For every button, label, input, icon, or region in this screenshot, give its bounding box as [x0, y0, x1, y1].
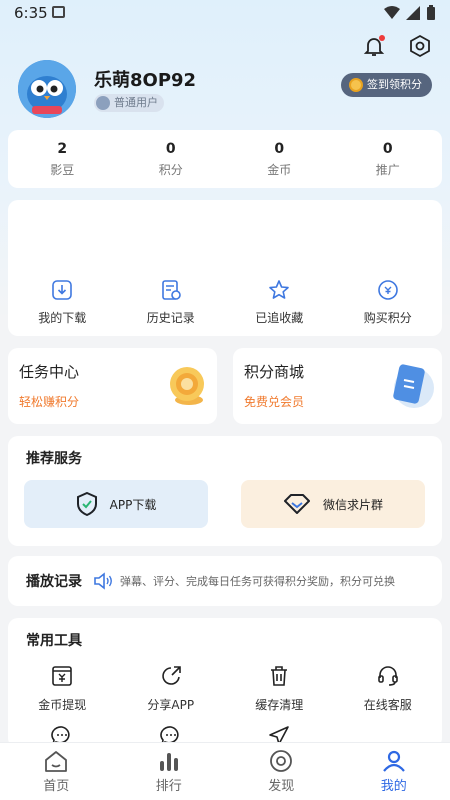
discover-icon [270, 750, 293, 772]
stat-label: 金币 [267, 163, 292, 177]
clear-cache-button[interactable]: 缓存清理 [225, 664, 334, 724]
quick-actions-card: 我的下载 历史记录 已追收藏 购买积分 [8, 200, 442, 336]
notification-dot [379, 35, 385, 41]
avatar[interactable] [18, 60, 76, 118]
username: 乐萌8OP92 [94, 70, 197, 91]
nav-discover[interactable]: 发现 [225, 743, 338, 800]
share-icon [162, 666, 181, 685]
stat-value: 2 [57, 141, 68, 157]
nav-label: 首页 [43, 779, 70, 794]
buy-points-button[interactable]: 购买积分 [334, 279, 443, 326]
tool-label: 金币提现 [38, 698, 87, 712]
section-title: 常用工具 [26, 633, 82, 649]
shield-check-icon [76, 492, 97, 516]
headset-icon [377, 666, 398, 686]
promo-subtitle: 免费兑会员 [244, 395, 305, 409]
user-level-label: 普通用户 [114, 96, 158, 109]
coin-icon [349, 78, 363, 92]
diamond-icon [283, 494, 310, 514]
notice-marquee: 弹幕、评分、完成每日任务可获得积分奖励，积分可兑换 [120, 575, 395, 588]
nav-profile[interactable]: 我的 [338, 743, 450, 800]
promo-title: 积分商城 [244, 363, 305, 381]
tool-label: 分享APP [147, 698, 195, 712]
status-bar: 6:35 [0, 0, 450, 26]
owl-avatar-icon [18, 60, 76, 118]
action-label: 已追收藏 [255, 311, 304, 325]
user-level-badge: 普通用户 [94, 94, 164, 112]
withdraw-icon [52, 666, 73, 686]
checkin-label: 签到领积分 [367, 78, 422, 91]
promo-title: 任务中心 [19, 363, 80, 381]
status-icons [384, 5, 436, 21]
profile-header: 乐萌8OP92 普通用户 签到领积分 [18, 60, 432, 120]
task-center-card[interactable]: 任务中心 轻松赚积分 [8, 348, 217, 424]
ranking-icon [159, 753, 178, 771]
wifi-icon [384, 6, 400, 19]
stat-coins[interactable]: 0 金币 [225, 130, 334, 188]
points-mall-card[interactable]: 积分商城 免费兑会员 [233, 348, 442, 424]
stat-label: 推广 [375, 163, 400, 177]
stat-yingdou[interactable]: 2 影豆 [8, 130, 117, 188]
gallery-notification-icon [52, 6, 65, 18]
speaker-icon [94, 572, 112, 590]
trash-icon [271, 666, 288, 686]
my-downloads-button[interactable]: 我的下载 [8, 279, 117, 326]
favorites-button[interactable]: 已追收藏 [225, 279, 334, 326]
settings-hexagon-icon [410, 34, 430, 58]
play-history-card[interactable]: 播放记录 弹幕、评分、完成每日任务可获得积分奖励，积分可兑换 [8, 556, 442, 606]
nav-label: 排行 [155, 779, 182, 794]
nav-home[interactable]: 首页 [0, 743, 113, 800]
stat-promotion[interactable]: 0 推广 [334, 130, 443, 188]
nav-label: 发现 [268, 779, 295, 794]
stat-value: 0 [274, 141, 285, 157]
action-label: 购买积分 [363, 311, 412, 325]
home-icon [45, 751, 68, 772]
action-label: 我的下载 [38, 311, 87, 325]
nav-label: 我的 [380, 779, 407, 794]
stat-value: 0 [382, 141, 393, 157]
profile-icon [382, 750, 405, 772]
level-star-icon [96, 96, 110, 110]
stats-card: 2 影豆 0 积分 0 金币 0 推广 [8, 130, 442, 188]
battery-icon [427, 5, 435, 20]
buy-points-icon [377, 280, 398, 300]
star-icon [269, 280, 290, 299]
tool-label: 缓存清理 [255, 698, 304, 712]
top-actions [362, 34, 432, 58]
nav-ranking[interactable]: 排行 [113, 743, 226, 800]
stat-label: 影豆 [50, 163, 75, 177]
app-download-button[interactable]: APP下载 [24, 480, 208, 528]
action-label: 历史记录 [146, 311, 195, 325]
promo-subtitle: 轻松赚积分 [19, 395, 80, 409]
download-icon [52, 280, 73, 300]
recommended-services-card: 推荐服务 APP下载 微信求片群 [8, 436, 442, 546]
wechat-group-button[interactable]: 微信求片群 [241, 480, 425, 528]
withdraw-button[interactable]: 金币提现 [8, 664, 117, 724]
section-title: 推荐服务 [26, 451, 82, 467]
notification-button[interactable] [362, 34, 386, 58]
stat-value: 0 [165, 141, 176, 157]
customer-service-button[interactable]: 在线客服 [334, 664, 443, 724]
stat-points[interactable]: 0 积分 [117, 130, 226, 188]
checkin-button[interactable]: 签到领积分 [341, 73, 432, 97]
gold-coin-icon [170, 367, 204, 405]
service-label: 微信求片群 [322, 497, 383, 512]
history-button[interactable]: 历史记录 [117, 279, 226, 326]
bottom-nav: 首页 排行 发现 我的 [0, 742, 450, 800]
common-tools-card: 常用工具 金币提现 分享APP 缓存清理 在线客服 [8, 618, 442, 748]
mall-card-icon [393, 364, 434, 408]
settings-button[interactable] [408, 34, 432, 58]
status-time: 6:35 [14, 4, 48, 22]
history-icon [161, 280, 181, 300]
service-label: APP下载 [109, 497, 157, 512]
signal-icon [406, 6, 420, 20]
section-title: 播放记录 [26, 574, 82, 590]
tool-label: 在线客服 [363, 698, 412, 712]
share-app-button[interactable]: 分享APP [117, 664, 226, 724]
stat-label: 积分 [158, 163, 183, 177]
